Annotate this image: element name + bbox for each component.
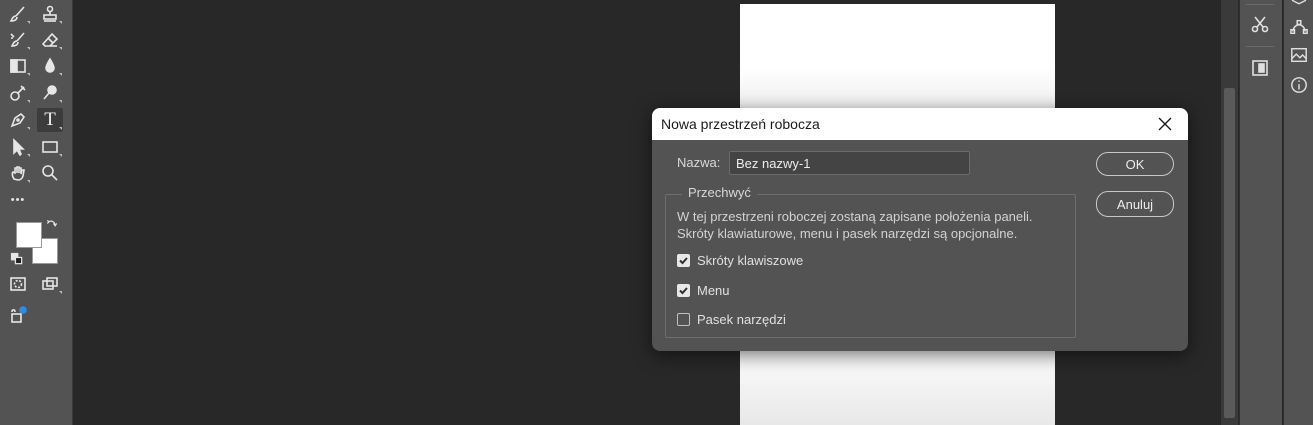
- paths-icon[interactable]: [1288, 16, 1310, 38]
- default-colors-icon[interactable]: [8, 250, 26, 268]
- toolbar-option[interactable]: Pasek narzędzi: [677, 312, 786, 327]
- pen-tool-icon[interactable]: [5, 108, 31, 132]
- history-brush-tool-icon[interactable]: [5, 28, 31, 52]
- scissors-tools-icon[interactable]: [1246, 10, 1274, 38]
- blur-tool-icon[interactable]: [37, 54, 63, 78]
- paragraph-styles-icon[interactable]: [1246, 54, 1274, 82]
- foreground-color-swatch[interactable]: [16, 222, 42, 248]
- path-selection-tool-icon[interactable]: [5, 135, 31, 159]
- keyboard-shortcuts-label: Skróty klawiszowe: [697, 253, 804, 268]
- panel-separator: [1246, 4, 1274, 5]
- dialog-titlebar: Nowa przestrzeń robocza: [652, 108, 1188, 140]
- capture-group-title: Przechwyć: [682, 185, 757, 200]
- image-panel-icon[interactable]: [1288, 44, 1310, 66]
- keyboard-shortcuts-checkbox[interactable]: [677, 254, 690, 267]
- photoshop-window: T ••• Nowa przestrzeń robocza Nazwa: Bez…: [0, 0, 1313, 425]
- info-icon[interactable]: [1288, 74, 1310, 96]
- swap-colors-icon[interactable]: [43, 216, 61, 234]
- gradient-tool-icon[interactable]: [5, 54, 31, 78]
- description-line-2: Skróty klawiaturowe, menu i pasek narzęd…: [677, 226, 1018, 241]
- keyboard-shortcuts-option[interactable]: Skróty klawiszowe: [677, 253, 803, 268]
- cancel-button[interactable]: Anuluj: [1096, 191, 1174, 217]
- ok-button[interactable]: OK: [1096, 152, 1174, 176]
- menus-label: Menu: [697, 283, 730, 298]
- text-tool-icon[interactable]: T: [37, 108, 63, 132]
- hand-tool-icon[interactable]: [5, 161, 31, 185]
- capture-description: W tej przestrzeni roboczej zostaną zapis…: [677, 208, 1072, 242]
- sponge-tool-icon[interactable]: [37, 81, 63, 105]
- scrollbar-thumb[interactable]: [1224, 88, 1235, 418]
- tools-panel: T •••: [0, 0, 73, 425]
- close-icon[interactable]: [1156, 115, 1174, 133]
- menus-checkbox[interactable]: [677, 284, 690, 297]
- description-line-1: W tej przestrzeni roboczej zostaną zapis…: [677, 209, 1033, 224]
- toolbar-label: Pasek narzędzi: [697, 312, 786, 327]
- brush-tool-icon[interactable]: [5, 2, 31, 26]
- panel-separator: [1246, 46, 1274, 47]
- more-tools-icon[interactable]: •••: [5, 188, 31, 212]
- menus-option[interactable]: Menu: [677, 283, 730, 298]
- toolbar-checkbox[interactable]: [677, 313, 690, 326]
- dodge-tool-icon[interactable]: [5, 81, 31, 105]
- layers-icon[interactable]: [1288, 0, 1310, 10]
- edit-toolbar-icon[interactable]: [5, 303, 31, 327]
- workspace-name-input[interactable]: [729, 151, 970, 175]
- screen-mode-icon[interactable]: [37, 272, 63, 296]
- quick-mask-icon[interactable]: [5, 272, 31, 296]
- name-label: Nazwa:: [677, 155, 721, 170]
- dialog-title: Nowa przestrzeń robocza: [661, 116, 820, 132]
- rectangle-tool-icon[interactable]: [37, 135, 63, 159]
- eraser-tool-icon[interactable]: [37, 28, 63, 52]
- clone-stamp-tool-icon[interactable]: [37, 2, 63, 26]
- zoom-tool-icon[interactable]: [37, 161, 63, 185]
- new-workspace-dialog: Nowa przestrzeń robocza Nazwa: OK Anuluj…: [652, 108, 1188, 351]
